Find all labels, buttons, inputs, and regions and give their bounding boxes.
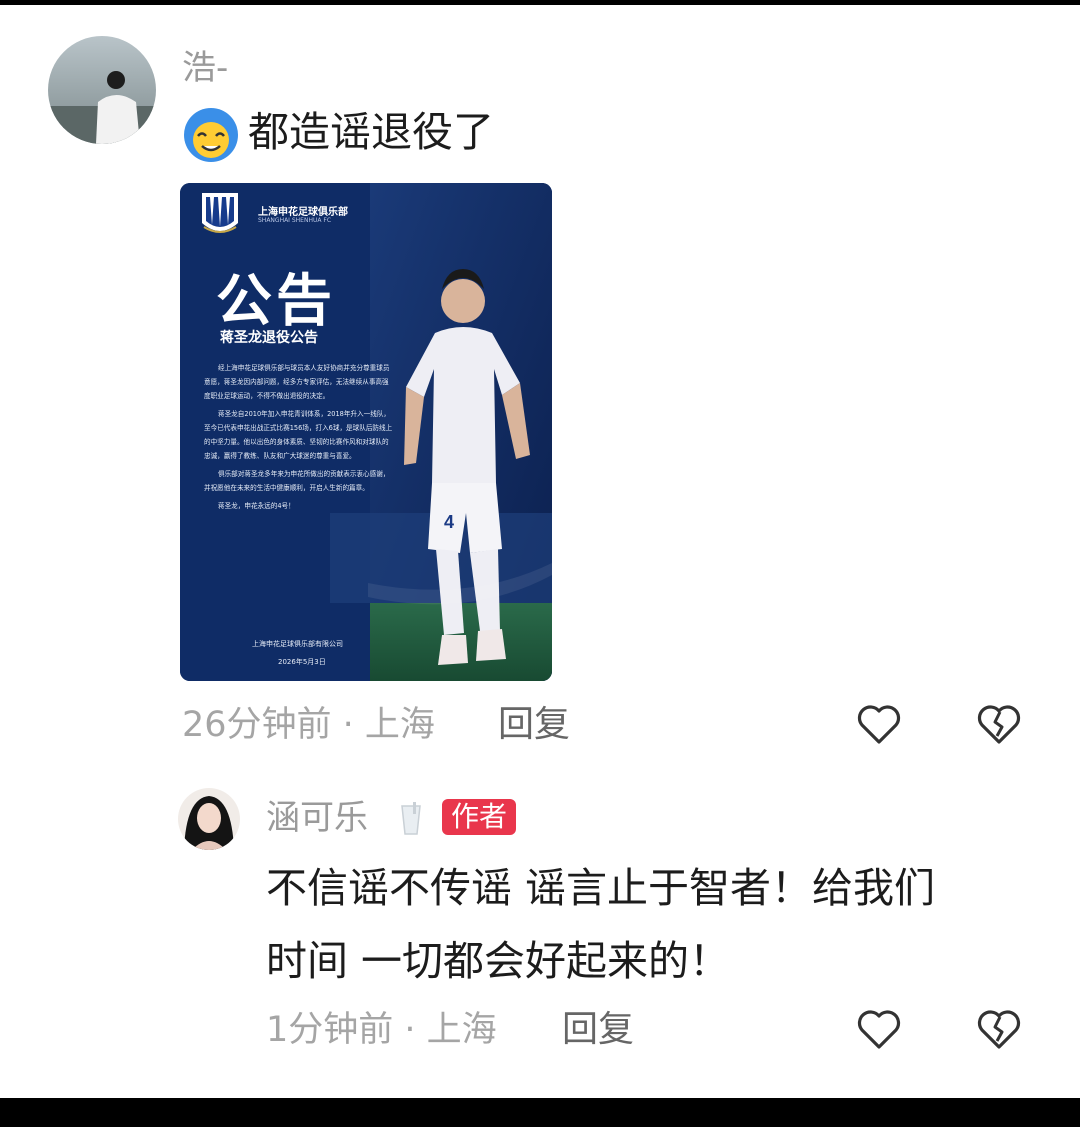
reply-button[interactable]: 回复 (498, 705, 570, 745)
like-heart-icon[interactable] (855, 1005, 903, 1053)
dislike-broken-heart-icon[interactable] (975, 700, 1023, 748)
bottom-edge-bar (0, 1098, 1080, 1127)
like-heart-icon[interactable] (855, 700, 903, 748)
poster-paragraph: 俱乐部对蒋圣龙多年来为申花所做出的贡献表示衷心感谢，并祝愿他在未来的生活中健康顺… (204, 470, 390, 492)
avatar-user-1[interactable] (48, 36, 156, 144)
poster-paragraph: 经上海申花足球俱乐部与球员本人友好协商并充分尊重球员意愿，蒋圣龙因内部问题，经多… (204, 364, 390, 400)
poster-paragraph: 蒋圣龙，申花永远的4号！ (218, 502, 295, 510)
cup-emoji-icon (394, 800, 428, 836)
comment-text-line-1: 不信谣不传谣 谣言止于智者！给我们 (266, 864, 936, 912)
comment-time-location: 1分钟前 · 上海 (266, 1010, 497, 1050)
username[interactable]: 涵可乐 (266, 798, 368, 838)
author-badge: 作者 (442, 799, 517, 835)
avatar-author[interactable] (178, 788, 240, 850)
poster-paragraph: 蒋圣龙自2010年加入申花青训体系，2018年升入一线队，至今已代表申花出战正式… (204, 410, 393, 460)
club-name-en: SHANGHAI SHENHUA FC (258, 217, 332, 224)
comment-text-line-2: 时间 一切都会好起来的！ (266, 937, 731, 985)
poster-title: 公告 (216, 269, 336, 334)
poster-body: 经上海申花足球俱乐部与球员本人友好协商并充分尊重球员意愿，蒋圣龙因内部问题，经多… (204, 361, 394, 517)
club-name: 上海申花足球俱乐部 (258, 207, 348, 218)
attached-announcement-image[interactable]: 4 上海申花足球俱乐部 SHANGHAI SHENHUA FC 公告 蒋圣龙退役… (180, 183, 552, 681)
dislike-broken-heart-icon[interactable] (975, 1005, 1023, 1053)
reply-button[interactable]: 回复 (562, 1010, 634, 1050)
poster-date: 2026年5月3日 (278, 658, 326, 666)
top-edge-bar (0, 0, 1080, 5)
poster-subtitle: 蒋圣龙退役公告 (220, 330, 318, 346)
comment-time-location: 26分钟前 · 上海 (182, 705, 435, 745)
poster-signature: 上海申花足球俱乐部有限公司 (252, 640, 343, 648)
username[interactable]: 浩- (182, 48, 228, 88)
dizzy-face-emoji-icon (180, 102, 242, 164)
comment-text: 都造谣退役了 (248, 108, 494, 156)
svg-text:4: 4 (444, 512, 454, 532)
